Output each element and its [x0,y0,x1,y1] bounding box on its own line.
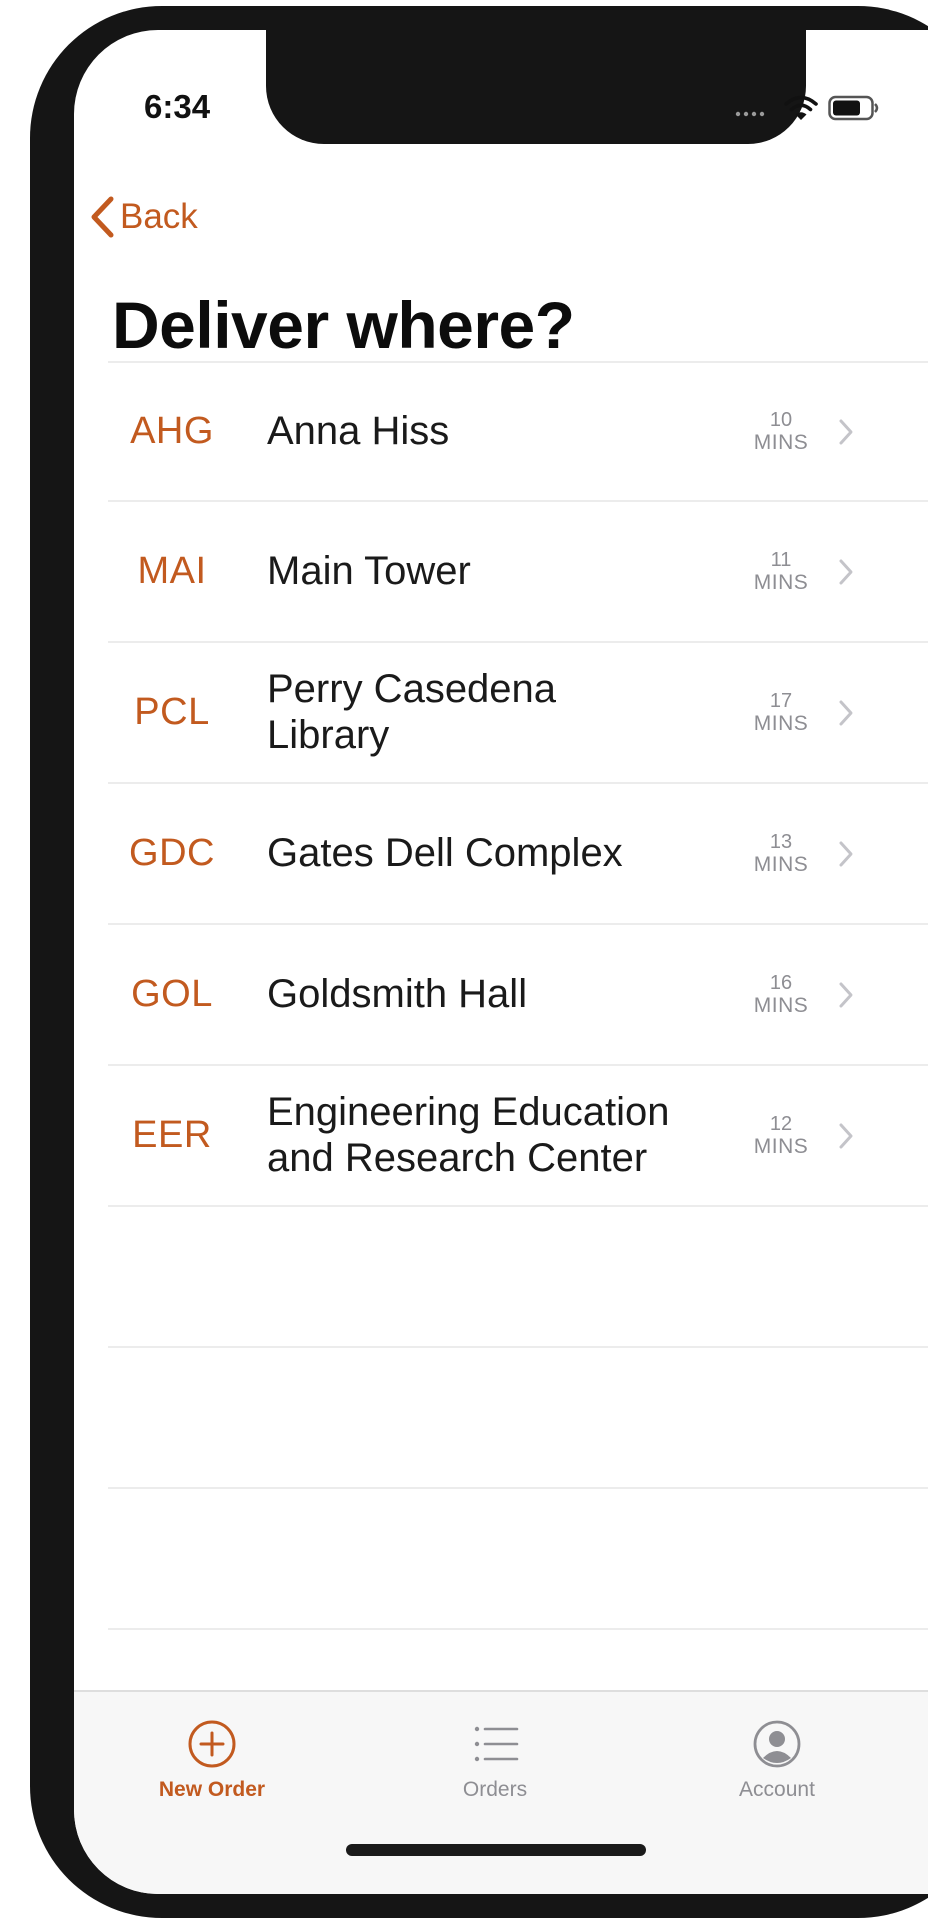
location-name: Anna Hiss [267,408,450,453]
delivery-minutes: 11 [770,548,792,571]
screenshot-stage: 6:34 Back Deliver where? AHG Anna Hiss 1… [0,0,928,1922]
location-row-pcl[interactable]: PCL Perry Casedena Library 17 MINS [108,643,928,784]
row-disclosure [838,1066,854,1205]
row-disclosure [838,925,854,1064]
location-code: GDC [129,832,215,874]
delivery-minutes: 13 [769,830,793,853]
row-disclosure [838,502,854,641]
chevron-right-icon [839,982,853,1007]
chevron-right-icon [839,841,853,866]
chevron-right-icon [839,559,853,584]
home-indicator[interactable] [346,1844,646,1856]
delivery-minutes: 10 [769,408,793,431]
location-code: EER [132,1114,212,1156]
location-name: Main Tower [267,548,471,593]
back-button[interactable]: Back [90,196,198,238]
tab-label: New Order [158,1778,266,1801]
page-title: Deliver where? [112,288,575,362]
tab-new-order[interactable]: New Order [112,1718,312,1802]
row-disclosure [838,784,854,923]
delivery-time: 17 MINS [746,643,816,782]
delivery-unit: MINS [753,570,809,594]
delivery-unit: MINS [753,993,809,1017]
chevron-right-icon [839,419,853,444]
list-icon [474,1726,519,1762]
empty-row [108,1207,928,1348]
delivery-time: 10 MINS [746,363,816,500]
status-icons [734,94,880,122]
location-list: AHG Anna Hiss 10 MINS MAI Main Tower 11 … [108,361,928,1630]
delivery-unit: MINS [753,711,809,735]
location-row-gdc[interactable]: GDC Gates Dell Complex 13 MINS [108,784,928,925]
location-row-ahg[interactable]: AHG Anna Hiss 10 MINS [108,361,928,502]
delivery-unit: MINS [753,852,809,876]
tab-label: Account [739,1778,815,1801]
delivery-time: 12 MINS [746,1066,816,1205]
delivery-time: 11 MINS [746,502,816,641]
chevron-left-icon [91,196,114,238]
location-code: MAI [137,550,207,592]
tab-bar: New Order Orders Account [74,1690,928,1894]
location-name: Gates Dell Complex [267,830,623,875]
wifi-icon [784,95,818,120]
delivery-minutes: 12 [769,1112,793,1135]
location-code: PCL [134,691,210,733]
battery-icon [828,95,879,121]
empty-row [108,1489,928,1630]
tab-account[interactable]: Account [677,1718,877,1802]
chevron-right-icon [839,700,853,725]
location-name: Engineering Education and Research Cente… [267,1090,670,1180]
tab-orders[interactable]: Orders [395,1718,595,1802]
location-row-mai[interactable]: MAI Main Tower 11 MINS [108,502,928,643]
delivery-unit: MINS [753,1134,809,1158]
location-name: Perry Casedena Library [267,667,557,757]
device-notch [266,30,806,144]
phone-screen: 6:34 Back Deliver where? AHG Anna Hiss 1… [74,30,928,1894]
row-disclosure [838,643,854,782]
chevron-right-icon [839,1123,853,1148]
location-row-eer[interactable]: EER Engineering Education and Research C… [108,1066,928,1207]
row-disclosure [838,363,854,500]
person-circle-icon [753,1720,801,1768]
delivery-time: 16 MINS [746,925,816,1064]
plus-circle-icon [188,1720,236,1768]
delivery-minutes: 16 [769,971,793,994]
empty-row [108,1348,928,1489]
signal-icon [735,111,765,117]
location-row-gol[interactable]: GOL Goldsmith Hall 16 MINS [108,925,928,1066]
back-label: Back [120,197,198,236]
tab-label: Orders [462,1778,528,1801]
location-code: AHG [130,410,214,452]
location-code: GOL [131,973,213,1015]
status-time: 6:34 [144,88,211,125]
delivery-time: 13 MINS [746,784,816,923]
delivery-minutes: 17 [769,689,793,712]
delivery-unit: MINS [753,430,809,454]
location-name: Goldsmith Hall [267,971,528,1016]
